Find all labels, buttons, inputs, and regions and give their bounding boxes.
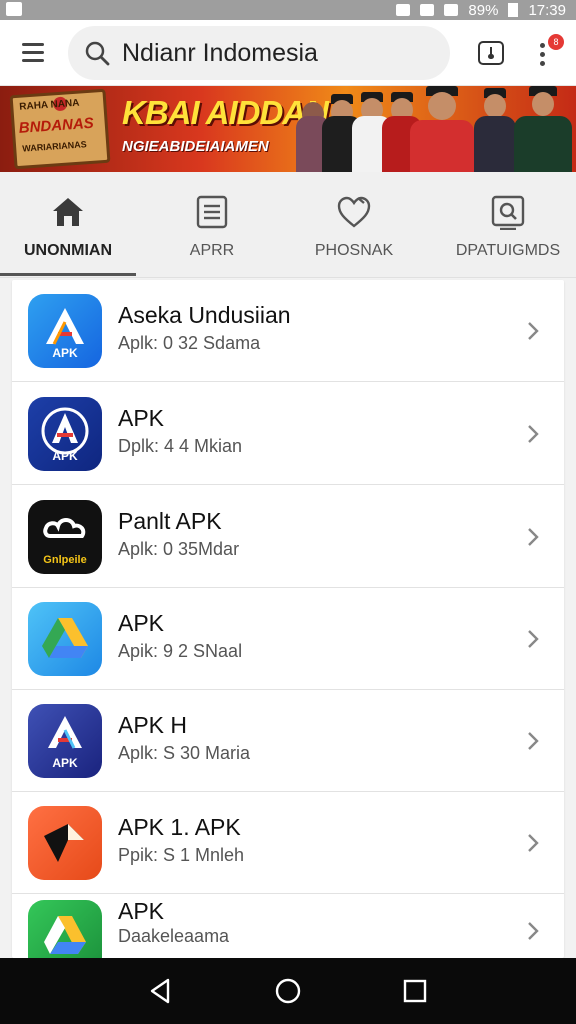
app-meta: Aplk: 0 32 Sdama — [118, 333, 261, 353]
tab-label: UNONMIAN — [24, 242, 112, 259]
status-icons: 89% 17:39 — [396, 0, 566, 20]
wifi-icon — [420, 4, 435, 16]
banner-sign-line3: WARIARIANAS — [21, 139, 87, 154]
chevron-right-icon — [528, 528, 539, 546]
promo-banner[interactable]: RAHA NANA BNDANAS WARIARIANAS KBAI AIDDA… — [0, 86, 576, 172]
search-icon — [85, 41, 110, 66]
app-name: APK — [118, 898, 165, 924]
drive-icon — [28, 900, 102, 958]
sim-icon — [6, 2, 22, 16]
banner-person — [410, 86, 474, 172]
chevron-right-icon — [528, 425, 539, 443]
heart-icon — [337, 196, 371, 228]
tab-apps[interactable]: APRR — [144, 172, 280, 278]
app-name: APK — [118, 405, 165, 431]
app-meta: Ppik: S 1 Mnleh — [118, 845, 245, 865]
battery-icon — [508, 3, 519, 17]
drive-icon — [28, 602, 102, 676]
list-item[interactable]: APK APK H Aplk: S 30 Maria — [12, 690, 564, 792]
app-name: APK 1. APK — [118, 814, 241, 840]
apk-icon: APK — [28, 704, 102, 778]
app-name: Aseka Undusiian — [118, 302, 291, 328]
app-meta: Dplk: 4 4 Mkian — [118, 436, 243, 456]
cloud-icon: Gnlpeile — [28, 500, 102, 574]
list-item[interactable]: APK Daakeleaama — [12, 894, 564, 958]
tab-home[interactable]: UNONMIAN — [0, 172, 136, 278]
menu-button[interactable] — [20, 40, 50, 66]
recents-icon[interactable] — [400, 976, 430, 1006]
list-item[interactable]: APK 1. APK Ppik: S 1 Mnleh — [12, 792, 564, 894]
battery-percent: 89% — [468, 1, 499, 19]
banner-sign-line1: RAHA NANA — [19, 97, 80, 113]
banner-subtitle: NGIEABIDEIAIAMEN — [122, 138, 269, 155]
signal-icon — [444, 4, 459, 16]
chevron-right-icon — [528, 630, 539, 648]
tab-updates[interactable]: DPATUIGMDS — [440, 172, 576, 278]
app-name: Panlt APK — [118, 508, 222, 534]
tab-bar: UNONMIAN APRR PHOSNAK DPATUIGMDS — [0, 172, 576, 278]
back-icon[interactable] — [146, 976, 176, 1006]
icon-caption: APK — [52, 449, 78, 463]
notification-button[interactable] — [478, 41, 504, 65]
tab-favorites[interactable]: PHOSNAK — [286, 172, 422, 278]
chevron-right-icon — [528, 922, 539, 940]
search-input[interactable] — [122, 37, 432, 69]
list-item[interactable]: APK APK Dplk: 4 4 Mkian — [12, 383, 564, 485]
app-meta: Apik: 9 2 SNaal — [118, 641, 243, 661]
apk-icon: APK — [28, 294, 102, 368]
list-item[interactable]: APK Aseka Undusiian Aplk: 0 32 Sdama — [12, 280, 564, 382]
clock: 17:39 — [528, 1, 566, 19]
tab-label: APRR — [189, 242, 235, 259]
document-icon — [196, 195, 228, 229]
home-nav-icon[interactable] — [273, 976, 303, 1006]
icon-caption: Gnlpeile — [43, 554, 87, 566]
search-box[interactable] — [68, 26, 450, 80]
mute-icon — [396, 4, 411, 16]
banner-sign-line2: BNDANAS — [18, 114, 95, 137]
icon-caption: APK — [52, 756, 78, 770]
notification-badge: 8 — [548, 34, 564, 50]
list-item[interactable]: APK Apik: 9 2 SNaal — [12, 588, 564, 690]
system-nav-bar — [0, 958, 576, 1024]
app-meta: Aplk: S 30 Maria — [118, 743, 251, 763]
status-bar: 89% 17:39 — [0, 0, 576, 20]
list-item[interactable]: Gnlpeile Panlt APK Aplk: 0 35Mdar — [12, 486, 564, 588]
tab-indicator — [0, 273, 136, 276]
top-app-bar: 8 — [0, 20, 576, 86]
tab-label: PHOSNAK — [314, 242, 394, 259]
chevron-right-icon — [528, 322, 539, 340]
search-window-icon — [491, 195, 525, 230]
banner-person — [474, 88, 516, 172]
app-list: APK Aseka Undusiian Aplk: 0 32 Sdama APK… — [12, 280, 564, 958]
tab-label: DPATUIGMDS — [455, 242, 561, 259]
icon-caption: APK — [52, 346, 78, 360]
app-meta: Aplk: 0 35Mdar — [118, 539, 240, 559]
banner-person — [514, 86, 572, 172]
home-icon — [53, 198, 83, 226]
app-name: APK H — [118, 712, 188, 738]
apk-icon: APK — [28, 397, 102, 471]
chevron-right-icon — [528, 732, 539, 750]
app-name: APK — [118, 610, 165, 636]
app-meta: Daakeleaama — [118, 926, 230, 946]
chevron-right-icon — [528, 834, 539, 852]
banner-sign: RAHA NANA BNDANAS WARIARIANAS — [9, 88, 111, 170]
apk-icon — [28, 806, 102, 880]
